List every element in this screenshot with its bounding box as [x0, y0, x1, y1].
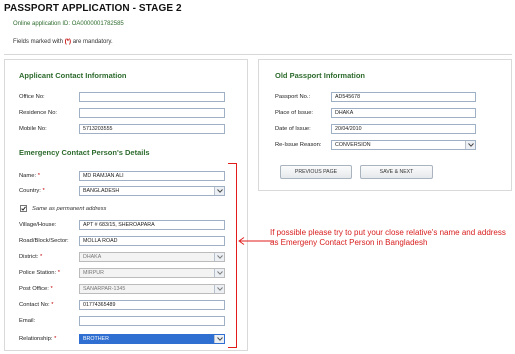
emergency-country-label: Country: * [19, 188, 45, 194]
same-address-checkbox[interactable] [20, 205, 27, 212]
place-of-issue-label: Place of Issue: [275, 110, 314, 116]
police-station-select[interactable]: MIRPUR [79, 268, 225, 278]
police-station-label: Police Station: * [19, 270, 60, 276]
relationship-select[interactable]: BROTHER [79, 334, 225, 344]
date-of-issue-label: Date of Issue: [275, 126, 311, 132]
passport-no-input[interactable]: AD545678 [331, 92, 476, 102]
residence-no-input[interactable] [79, 108, 225, 118]
annotation-bracket [228, 163, 237, 348]
annotation-note: If possible please try to put your close… [270, 228, 506, 247]
emergency-contact-no-label: Contact No: * [19, 302, 54, 308]
chevron-down-icon[interactable] [214, 187, 224, 195]
chevron-down-icon[interactable] [214, 335, 224, 343]
reissue-reason-label: Re-Issue Reason: [275, 142, 322, 148]
road-block-label: Road/Block/Sector: [19, 238, 69, 244]
chevron-down-icon[interactable] [214, 285, 224, 293]
chevron-down-icon[interactable] [214, 253, 224, 261]
residence-no-label: Residence No: [19, 110, 58, 116]
road-block-input[interactable]: MOLLA ROAD [79, 236, 225, 246]
checkmark-icon [21, 206, 26, 211]
applicant-contact-title: Applicant Contact Information [19, 71, 127, 80]
mandatory-suffix: are mandatory. [71, 39, 113, 45]
post-office-label: Post Office: * [19, 286, 53, 292]
emergency-name-input[interactable]: MD RAMJAN ALI [79, 171, 225, 181]
district-select[interactable]: DHAKA [79, 252, 225, 262]
mobile-no-input[interactable]: 5713203555 [79, 124, 225, 134]
old-passport-title: Old Passport Information [275, 71, 366, 80]
reissue-reason-select[interactable]: CONVERSION [331, 140, 476, 150]
relationship-label: Relationship: * [19, 336, 57, 342]
save-next-button[interactable]: SAVE & NEXT [360, 165, 433, 179]
application-id: Online application ID: OA0000001782585 [13, 21, 124, 27]
mandatory-prefix: Fields marked with [13, 39, 65, 45]
date-of-issue-input[interactable]: 20/04/2010 [331, 124, 476, 134]
same-address-label: Same as permanent address [32, 206, 107, 212]
office-no-label: Office No: [19, 94, 45, 100]
previous-page-button[interactable]: PREVIOUS PAGE [280, 165, 352, 179]
post-office-select[interactable]: SANARPAR-1345 [79, 284, 225, 294]
passport-no-label: Passport No.: [275, 94, 311, 100]
emergency-email-label: Email: [19, 318, 36, 324]
chevron-down-icon[interactable] [465, 141, 475, 149]
emergency-name-label: Name: * [19, 173, 40, 179]
village-house-label: Village/House: [19, 222, 57, 228]
header-divider [4, 54, 512, 55]
emergency-email-input[interactable] [79, 316, 225, 326]
page-title: PASSPORT APPLICATION - STAGE 2 [4, 3, 182, 14]
chevron-down-icon[interactable] [214, 269, 224, 277]
emergency-contact-no-input[interactable]: 01774365489 [79, 300, 225, 310]
emergency-country-select[interactable]: BANGLADESH [79, 186, 225, 196]
mandatory-note: Fields marked with (*) are mandatory. [13, 39, 113, 45]
emergency-contact-title: Emergency Contact Person's Details [19, 148, 150, 157]
district-label: District: * [19, 254, 43, 260]
village-house-input[interactable]: APT # 683/15, SHEROAPARA [79, 220, 225, 230]
office-no-input[interactable] [79, 92, 225, 102]
place-of-issue-input[interactable]: DHAKA [331, 108, 476, 118]
mobile-no-label: Mobile No: [19, 126, 47, 132]
